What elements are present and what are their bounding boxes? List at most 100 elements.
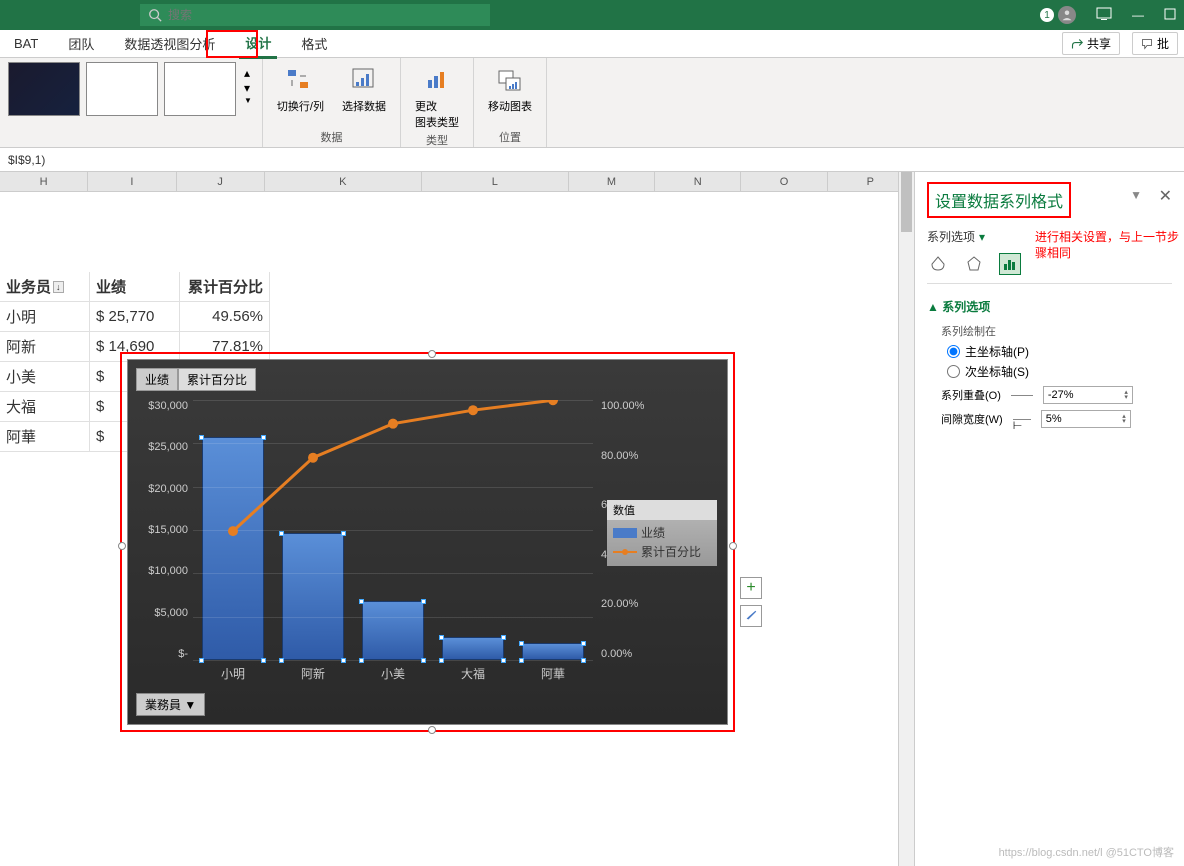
series-options-icon[interactable] <box>999 253 1021 275</box>
ribbon-label-type: 类型 <box>426 132 448 148</box>
format-panel: 设置数据系列格式 ▼ ✕ 系列选项 ▾ 进行相关设置，与上一节步骤相同 ▲ 系列… <box>914 172 1184 866</box>
annotation-note: 进行相关设置，与上一节步骤相同 <box>1035 230 1184 261</box>
primary-axis-radio[interactable]: 主坐标轴(P) <box>947 343 1172 360</box>
ribbon-group-position: 移动图表 位置 <box>474 58 547 147</box>
style-up-icon[interactable]: ▴ <box>244 66 252 80</box>
search-input[interactable] <box>168 8 482 22</box>
ribbon-group-styles: ▴ ▾ ▼ <box>0 58 263 147</box>
chart-tabs: 业绩 累计百分比 <box>136 368 256 391</box>
spinner-icon[interactable]: ▴▾ <box>1122 414 1126 424</box>
overlap-slider[interactable] <box>1011 395 1033 396</box>
select-data-button[interactable]: 选择数据 <box>336 62 392 116</box>
chart-object[interactable]: 业绩 累计百分比 $30,000$25,000$20,000$15,000$10… <box>120 352 735 732</box>
header-agent[interactable]: 业务员↓ <box>0 272 90 302</box>
plot-on-label: 系列绘制在 <box>941 323 1172 339</box>
switch-row-col-button[interactable]: 切换行/列 <box>271 62 330 116</box>
overlap-input[interactable]: -27%▴▾ <box>1043 386 1133 404</box>
share-icon <box>1071 38 1083 50</box>
secondary-axis-radio[interactable]: 次坐标轴(S) <box>947 363 1172 380</box>
panel-title-highlight: 设置数据系列格式 <box>927 182 1071 218</box>
header-pct[interactable]: 累计百分比 <box>180 272 270 302</box>
search-icon <box>148 8 162 22</box>
table-cell[interactable]: $ 25,770 <box>90 302 180 332</box>
header-perf[interactable]: 业绩 <box>90 272 180 302</box>
col-m[interactable]: M <box>569 172 655 192</box>
formula-bar[interactable]: $I$9,1) <box>0 148 1184 172</box>
chart-tab-perf[interactable]: 业绩 <box>136 368 178 391</box>
col-n[interactable]: N <box>655 172 741 192</box>
chart-elements-button[interactable]: + <box>740 577 762 599</box>
table-cell[interactable]: 49.56% <box>180 302 270 332</box>
comment-icon <box>1141 38 1153 50</box>
chart-filter-button[interactable]: 業務員 ▼ <box>136 693 205 716</box>
chart-style-3[interactable] <box>164 62 236 116</box>
col-o[interactable]: O <box>741 172 827 192</box>
ribbon-display-icon[interactable] <box>1096 7 1112 24</box>
legend-swatch-bar <box>613 528 637 538</box>
tab-bat[interactable]: BAT <box>8 32 44 55</box>
chart-legend[interactable]: 数值 业绩 累计百分比 <box>607 500 717 566</box>
maximize-icon[interactable] <box>1164 8 1176 23</box>
col-k[interactable]: K <box>265 172 422 192</box>
ribbon: ▴ ▾ ▼ 切换行/列 选择数据 数据 更改 图表类型 类型 移动 <box>0 58 1184 148</box>
effects-icon[interactable] <box>963 253 985 275</box>
share-button[interactable]: 共享 <box>1062 32 1120 55</box>
brush-icon <box>744 609 758 623</box>
panel-dropdown-icon[interactable]: ▼ <box>1130 188 1142 202</box>
col-h[interactable]: H <box>0 172 88 192</box>
chart-styles-button[interactable] <box>740 605 762 627</box>
vertical-scrollbar[interactable] <box>898 172 914 866</box>
y-axis-primary: $30,000$25,000$20,000$15,000$10,000$5,00… <box>136 400 188 660</box>
select-data-icon <box>348 64 380 96</box>
col-i[interactable]: I <box>88 172 176 192</box>
fill-icon[interactable] <box>927 253 949 275</box>
style-down-icon[interactable]: ▾ <box>244 81 252 95</box>
gap-input[interactable]: 5%▴▾ <box>1041 410 1131 428</box>
move-chart-button[interactable]: 移动图表 <box>482 62 538 116</box>
ribbon-group-type: 更改 图表类型 类型 <box>401 58 474 147</box>
gap-slider[interactable]: ⊢ <box>1013 419 1031 420</box>
col-l[interactable]: L <box>422 172 569 192</box>
highlight-box <box>206 30 258 58</box>
switch-icon <box>284 64 316 96</box>
table-cell[interactable]: 小明 <box>0 302 90 332</box>
table-cell[interactable]: 小美 <box>0 362 90 392</box>
chart-style-2[interactable] <box>86 62 158 116</box>
change-type-icon <box>421 64 453 96</box>
tab-team[interactable]: 团队 <box>62 30 100 57</box>
col-j[interactable]: J <box>177 172 265 192</box>
gap-label: 间隙宽度(W) <box>941 411 1003 427</box>
ribbon-group-data: 切换行/列 选择数据 数据 <box>263 58 401 147</box>
table-cell[interactable]: 大福 <box>0 392 90 422</box>
minimize-icon[interactable]: — <box>1132 8 1144 22</box>
title-bar: 1 — <box>0 0 1184 30</box>
ribbon-tabs: BAT 团队 数据透视图分析 设计 格式 共享 批 <box>0 30 1184 58</box>
user-badge[interactable]: 1 <box>1040 6 1076 24</box>
tab-format[interactable]: 格式 <box>295 30 333 57</box>
table-cell[interactable]: 阿華 <box>0 422 90 452</box>
user-number: 1 <box>1040 8 1054 22</box>
batch-button[interactable]: 批 <box>1132 32 1178 55</box>
table-cell[interactable]: 阿新 <box>0 332 90 362</box>
chart-style-1[interactable] <box>8 62 80 116</box>
spreadsheet-grid[interactable]: H I J K L M N O P 业务员↓ 业绩 累计百分比 小明$ 25,7… <box>0 172 914 866</box>
spinner-icon[interactable]: ▴▾ <box>1124 390 1128 400</box>
filter-dropdown-icon[interactable]: ↓ <box>53 281 64 293</box>
user-avatar-icon <box>1058 6 1076 24</box>
series-options-header[interactable]: ▲ 系列选项 <box>927 298 1172 315</box>
panel-title: 设置数据系列格式 <box>935 194 1063 211</box>
search-box[interactable] <box>140 4 490 26</box>
overlap-label: 系列重叠(O) <box>941 387 1001 403</box>
column-headers: H I J K L M N O P <box>0 172 914 192</box>
change-chart-type-button[interactable]: 更改 图表类型 <box>409 62 465 132</box>
ribbon-label-pos: 位置 <box>499 129 521 145</box>
close-icon[interactable]: ✕ <box>1159 186 1172 206</box>
ribbon-label-data: 数据 <box>320 129 342 145</box>
x-axis-labels: 小明阿新小美大福阿華 <box>193 665 593 682</box>
legend-swatch-line <box>613 551 637 553</box>
watermark: https://blog.csdn.net/l @51CTO博客 <box>999 844 1174 860</box>
chart-tab-pct[interactable]: 累计百分比 <box>178 368 256 391</box>
chart-line-series <box>193 400 663 710</box>
legend-title: 数值 <box>607 500 717 520</box>
style-more-icon[interactable]: ▼ <box>244 96 252 105</box>
